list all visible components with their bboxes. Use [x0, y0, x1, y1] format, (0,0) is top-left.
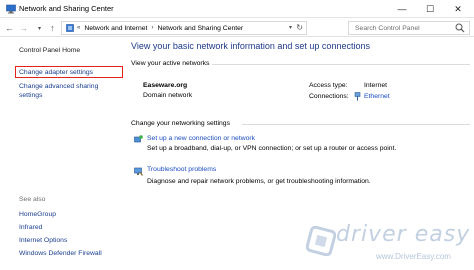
breadcrumb-network-sharing-center[interactable]: Network and Sharing Center: [157, 25, 243, 32]
windows-defender-firewall-link[interactable]: Windows Defender Firewall: [19, 249, 102, 258]
connections-label: Connections:: [309, 93, 349, 100]
breadcrumb[interactable]: « Network and Internet › Network and Sha…: [61, 21, 307, 35]
search-icon[interactable]: [455, 23, 465, 33]
troubleshoot-icon: [134, 167, 143, 176]
access-type-label: Access type:: [309, 82, 348, 89]
minimize-button[interactable]: —: [388, 0, 416, 18]
up-button[interactable]: ↑: [47, 21, 58, 35]
change-adapter-settings-link[interactable]: Change adapter settings: [19, 68, 93, 77]
address-bar: ← → ▾ ↑ « Network and Internet › Network…: [0, 19, 474, 37]
back-button[interactable]: ←: [4, 21, 15, 35]
active-networks-heading: View your active networks: [131, 60, 210, 67]
driver-easy-logo-icon: [306, 226, 336, 256]
change-settings-heading: Change your networking settings: [131, 120, 230, 127]
breadcrumb-separator-icon[interactable]: ›: [151, 25, 153, 31]
control-panel-home-link[interactable]: Control Panel Home: [19, 46, 80, 55]
change-advanced-sharing-link-line2[interactable]: settings: [19, 91, 42, 100]
close-button[interactable]: ✕: [444, 0, 472, 18]
search-input[interactable]: Search Control Panel: [348, 21, 470, 35]
divider: [242, 124, 470, 125]
new-connection-icon: [134, 135, 143, 143]
ethernet-link[interactable]: Ethernet: [364, 93, 390, 100]
watermark: driver easy www.DriverEasy.com: [300, 222, 474, 270]
internet-options-link[interactable]: Internet Options: [19, 236, 67, 245]
left-navigation-pane: Control Panel Home Change adapter settin…: [0, 38, 127, 270]
page-title: View your basic network information and …: [131, 41, 370, 51]
watermark-url: www.DriverEasy.com: [376, 252, 451, 261]
network-center-icon: [6, 4, 16, 14]
change-advanced-sharing-link[interactable]: Change advanced sharing: [19, 82, 98, 91]
window-title: Network and Sharing Center: [19, 4, 114, 13]
setup-connection-description: Set up a broadband, dial-up, or VPN conn…: [147, 145, 397, 152]
troubleshoot-link[interactable]: Troubleshoot problems: [147, 166, 216, 173]
troubleshoot-description: Diagnose and repair network problems, or…: [147, 178, 371, 185]
homegroup-link[interactable]: HomeGroup: [19, 210, 56, 219]
see-also-heading: See also: [19, 196, 46, 203]
maximize-button[interactable]: ☐: [416, 0, 444, 18]
address-dropdown-icon[interactable]: ▾: [289, 24, 292, 31]
forward-button[interactable]: →: [18, 21, 29, 35]
search-placeholder: Search Control Panel: [355, 24, 420, 32]
control-panel-icon: [66, 24, 74, 32]
ethernet-icon: [354, 92, 361, 101]
divider: [212, 64, 470, 65]
network-type: Domain network: [143, 92, 193, 99]
infrared-link[interactable]: Infrared: [19, 223, 42, 232]
breadcrumb-overflow-icon[interactable]: «: [77, 25, 80, 31]
setup-connection-link[interactable]: Set up a new connection or network: [147, 135, 255, 142]
title-bar: Network and Sharing Center — ☐ ✕: [0, 0, 474, 18]
refresh-icon[interactable]: ↻: [296, 23, 303, 32]
recent-locations-icon[interactable]: ▾: [34, 21, 45, 35]
access-type-value: Internet: [364, 82, 388, 89]
network-name: Easeware.org: [143, 82, 188, 89]
watermark-text: driver easy: [336, 222, 471, 247]
breadcrumb-network-and-internet[interactable]: Network and Internet: [84, 25, 147, 32]
